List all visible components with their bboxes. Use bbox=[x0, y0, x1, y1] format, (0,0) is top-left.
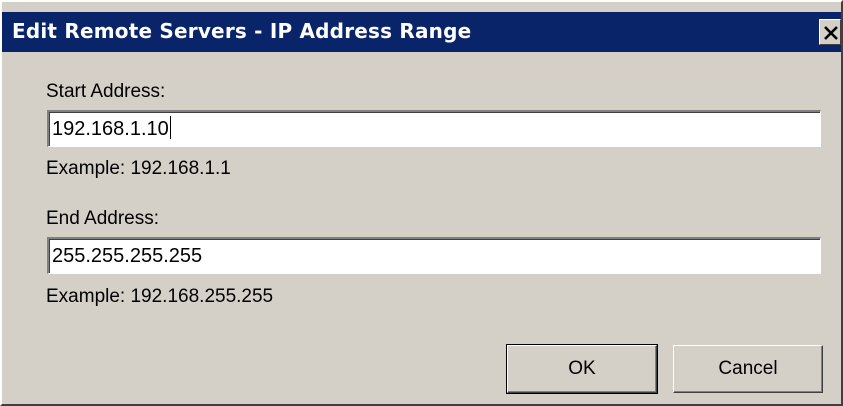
end-address-example: Example: 192.168.255.255 bbox=[46, 286, 274, 307]
ok-button[interactable]: OK bbox=[506, 344, 658, 394]
start-address-label: Start Address: bbox=[46, 81, 166, 102]
text-caret bbox=[169, 116, 171, 139]
start-address-value: 192.168.1.10 bbox=[52, 118, 169, 140]
close-button[interactable] bbox=[819, 19, 841, 45]
start-address-example: Example: 192.168.1.1 bbox=[46, 158, 231, 179]
close-icon bbox=[824, 26, 838, 40]
start-address-input[interactable]: 192.168.1.10 bbox=[47, 110, 821, 147]
title-bar[interactable]: Edit Remote Servers - IP Address Range bbox=[2, 12, 841, 52]
end-address-label: End Address: bbox=[46, 208, 160, 229]
end-address-input[interactable]: 255.255.255.255 bbox=[47, 237, 821, 274]
ip-range-dialog: Edit Remote Servers - IP Address Range S… bbox=[0, 0, 843, 406]
window-title: Edit Remote Servers - IP Address Range bbox=[12, 19, 472, 43]
end-address-value: 255.255.255.255 bbox=[52, 245, 203, 267]
cancel-button[interactable]: Cancel bbox=[673, 345, 823, 393]
